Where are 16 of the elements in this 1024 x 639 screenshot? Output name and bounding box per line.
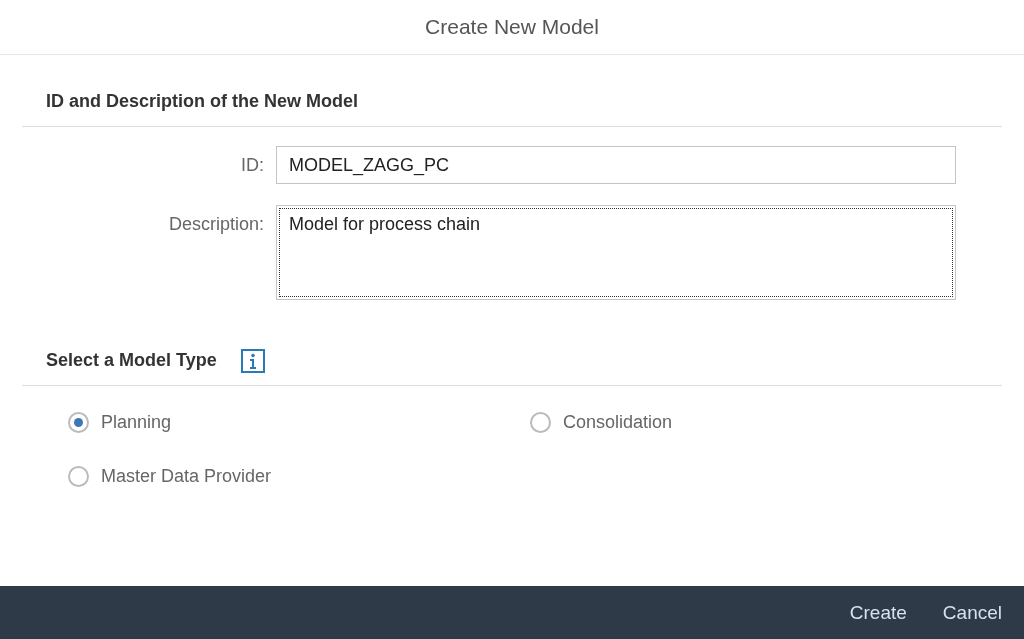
field-label: Description: <box>167 213 264 235</box>
radio-button[interactable] <box>68 412 89 433</box>
radio-label[interactable]: Master Data Provider <box>101 466 272 487</box>
section-title: ID and Description of the New Model <box>46 91 359 112</box>
radio-label[interactable]: Consolidation <box>563 412 673 433</box>
dialog-title: Create New Model <box>425 15 599 39</box>
field-label: ID: <box>240 154 264 176</box>
radio-label[interactable]: Planning <box>101 412 172 433</box>
section-title: Select a Model Type <box>46 350 217 371</box>
id-input-field[interactable]: MODEL_ZAGG_PC <box>276 146 956 184</box>
footer-button[interactable]: Cancel <box>928 595 1016 630</box>
radio-button[interactable] <box>530 412 551 433</box>
info-icon[interactable] <box>240 348 265 373</box>
radio-button[interactable] <box>68 466 89 487</box>
description-input-field[interactable]: Model for process chain <box>276 205 956 300</box>
footer-button[interactable]: Create <box>835 595 921 630</box>
